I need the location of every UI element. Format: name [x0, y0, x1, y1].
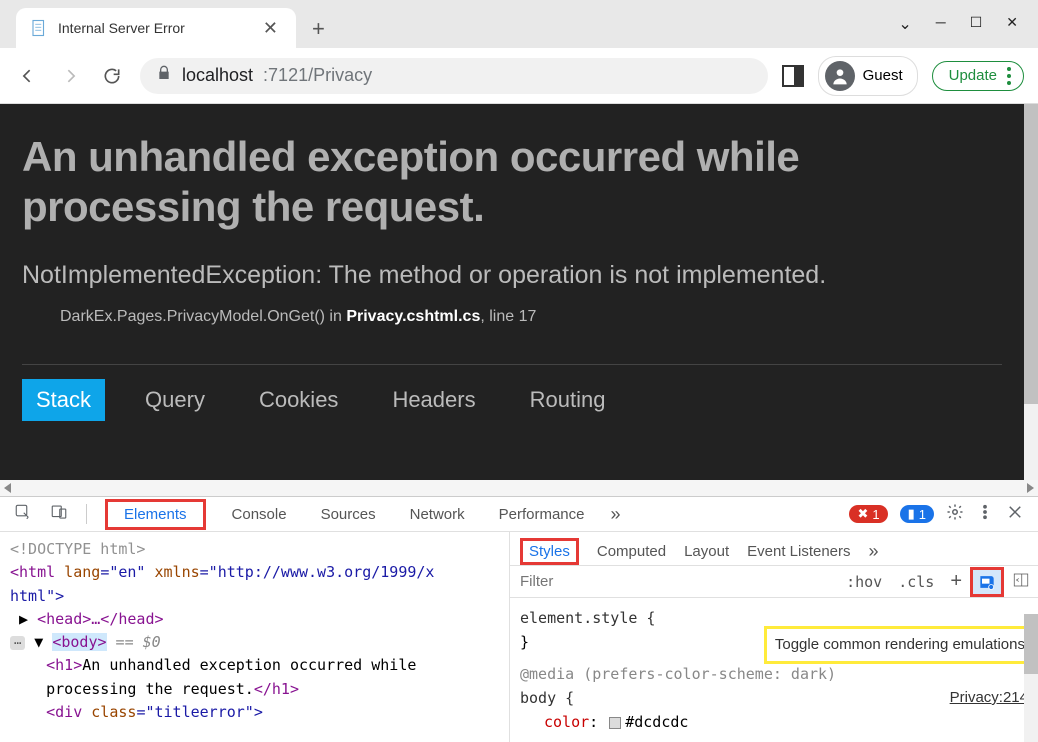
inspect-icon[interactable]: [14, 503, 32, 525]
address-bar: localhost :7121/Privacy Guest Update: [0, 48, 1038, 104]
reload-button[interactable]: [98, 62, 126, 90]
tab-sources[interactable]: Sources: [313, 498, 384, 531]
browser-tab[interactable]: Internal Server Error ✕: [16, 8, 296, 48]
lock-icon: [156, 65, 172, 86]
tab-title: Internal Server Error: [58, 20, 249, 36]
new-rule-button[interactable]: +: [942, 566, 970, 597]
exception-message: NotImplementedException: The method or o…: [22, 261, 1002, 290]
new-tab-button[interactable]: +: [296, 16, 341, 42]
tab-cookies[interactable]: Cookies: [245, 379, 352, 421]
avatar-icon: [825, 61, 855, 91]
tooltip: Toggle common rendering emulations: [764, 626, 1036, 664]
update-label: Update: [949, 67, 997, 84]
reader-mode-icon[interactable]: [782, 65, 804, 87]
cls-toggle[interactable]: .cls: [890, 569, 942, 595]
styles-pane: Styles Computed Layout Event Listeners »…: [510, 532, 1038, 742]
styles-scrollbar[interactable]: [1024, 614, 1038, 742]
omnibox[interactable]: localhost :7121/Privacy: [140, 58, 768, 94]
devtools-body: <!DOCTYPE html> <html lang="en" xmlns="h…: [0, 532, 1038, 742]
chevron-down-icon[interactable]: ⌄: [898, 14, 911, 34]
update-button[interactable]: Update: [932, 61, 1024, 91]
stack-source: DarkEx.Pages.PrivacyModel.OnGet() in Pri…: [22, 308, 1002, 326]
tab-query[interactable]: Query: [131, 379, 219, 421]
menu-dots-icon: [1007, 67, 1011, 85]
titlebar: Internal Server Error ✕ + ⌄ ─ ☐ ✕: [0, 0, 1038, 48]
tab-network[interactable]: Network: [402, 498, 473, 531]
hov-toggle[interactable]: :hov: [838, 569, 890, 595]
profile-pill[interactable]: Guest: [818, 56, 918, 96]
tab-console[interactable]: Console: [224, 498, 295, 531]
tab-styles[interactable]: Styles: [529, 543, 570, 560]
tab-layout[interactable]: Layout: [684, 543, 729, 560]
window-controls: ⌄ ─ ☐ ✕: [898, 0, 1038, 34]
page-viewport: An unhandled exception occurred while pr…: [0, 104, 1038, 480]
dom-tree[interactable]: <!DOCTYPE html> <html lang="en" xmlns="h…: [0, 532, 510, 742]
issue-badge[interactable]: ▮ 1: [900, 505, 934, 523]
error-heading: An unhandled exception occurred while pr…: [22, 132, 1002, 233]
error-badge[interactable]: ✖ 1: [849, 505, 887, 523]
source-link[interactable]: Privacy:214: [950, 686, 1028, 710]
rendering-emulation-button[interactable]: [970, 567, 1004, 597]
close-window-icon[interactable]: ✕: [1006, 14, 1018, 34]
forward-button: [56, 62, 84, 90]
tab-routing[interactable]: Routing: [516, 379, 620, 421]
tab-headers[interactable]: Headers: [378, 379, 489, 421]
kebab-menu-icon[interactable]: [976, 503, 994, 525]
filter-input[interactable]: [510, 567, 838, 596]
tab-stack[interactable]: Stack: [22, 379, 105, 421]
devtools: Elements Console Sources Network Perform…: [0, 496, 1038, 742]
favicon-icon: [30, 19, 48, 37]
tab-event-listeners[interactable]: Event Listeners: [747, 543, 850, 560]
back-button[interactable]: [14, 62, 42, 90]
horizontal-scrollbar[interactable]: [0, 480, 1038, 496]
maximize-icon[interactable]: ☐: [970, 14, 983, 34]
tab-elements[interactable]: Elements: [116, 498, 195, 531]
computed-panel-icon[interactable]: [1004, 567, 1038, 597]
devtools-close-icon[interactable]: [1006, 503, 1024, 525]
settings-icon[interactable]: [946, 503, 964, 525]
url-host: localhost: [182, 65, 253, 86]
tab-close-icon[interactable]: ✕: [259, 18, 282, 39]
guest-label: Guest: [863, 67, 903, 84]
device-toggle-icon[interactable]: [50, 503, 68, 525]
devtools-tabbar: Elements Console Sources Network Perform…: [0, 497, 1038, 532]
tab-computed[interactable]: Computed: [597, 543, 666, 560]
error-page: An unhandled exception occurred while pr…: [0, 104, 1024, 480]
minimize-icon[interactable]: ─: [936, 14, 946, 34]
more-tabs-icon[interactable]: »: [611, 504, 621, 525]
vertical-scrollbar[interactable]: [1024, 104, 1038, 480]
error-tabs: Stack Query Cookies Headers Routing: [22, 364, 1002, 421]
more-styles-tabs-icon[interactable]: »: [869, 541, 879, 562]
tab-strip: Internal Server Error ✕ +: [0, 0, 898, 48]
styles-filter-row: :hov .cls +: [510, 566, 1038, 598]
tab-performance[interactable]: Performance: [491, 498, 593, 531]
url-path: :7121/Privacy: [263, 65, 372, 86]
css-rules[interactable]: Toggle common rendering emulations eleme…: [510, 598, 1038, 742]
styles-tabbar: Styles Computed Layout Event Listeners »: [510, 532, 1038, 566]
